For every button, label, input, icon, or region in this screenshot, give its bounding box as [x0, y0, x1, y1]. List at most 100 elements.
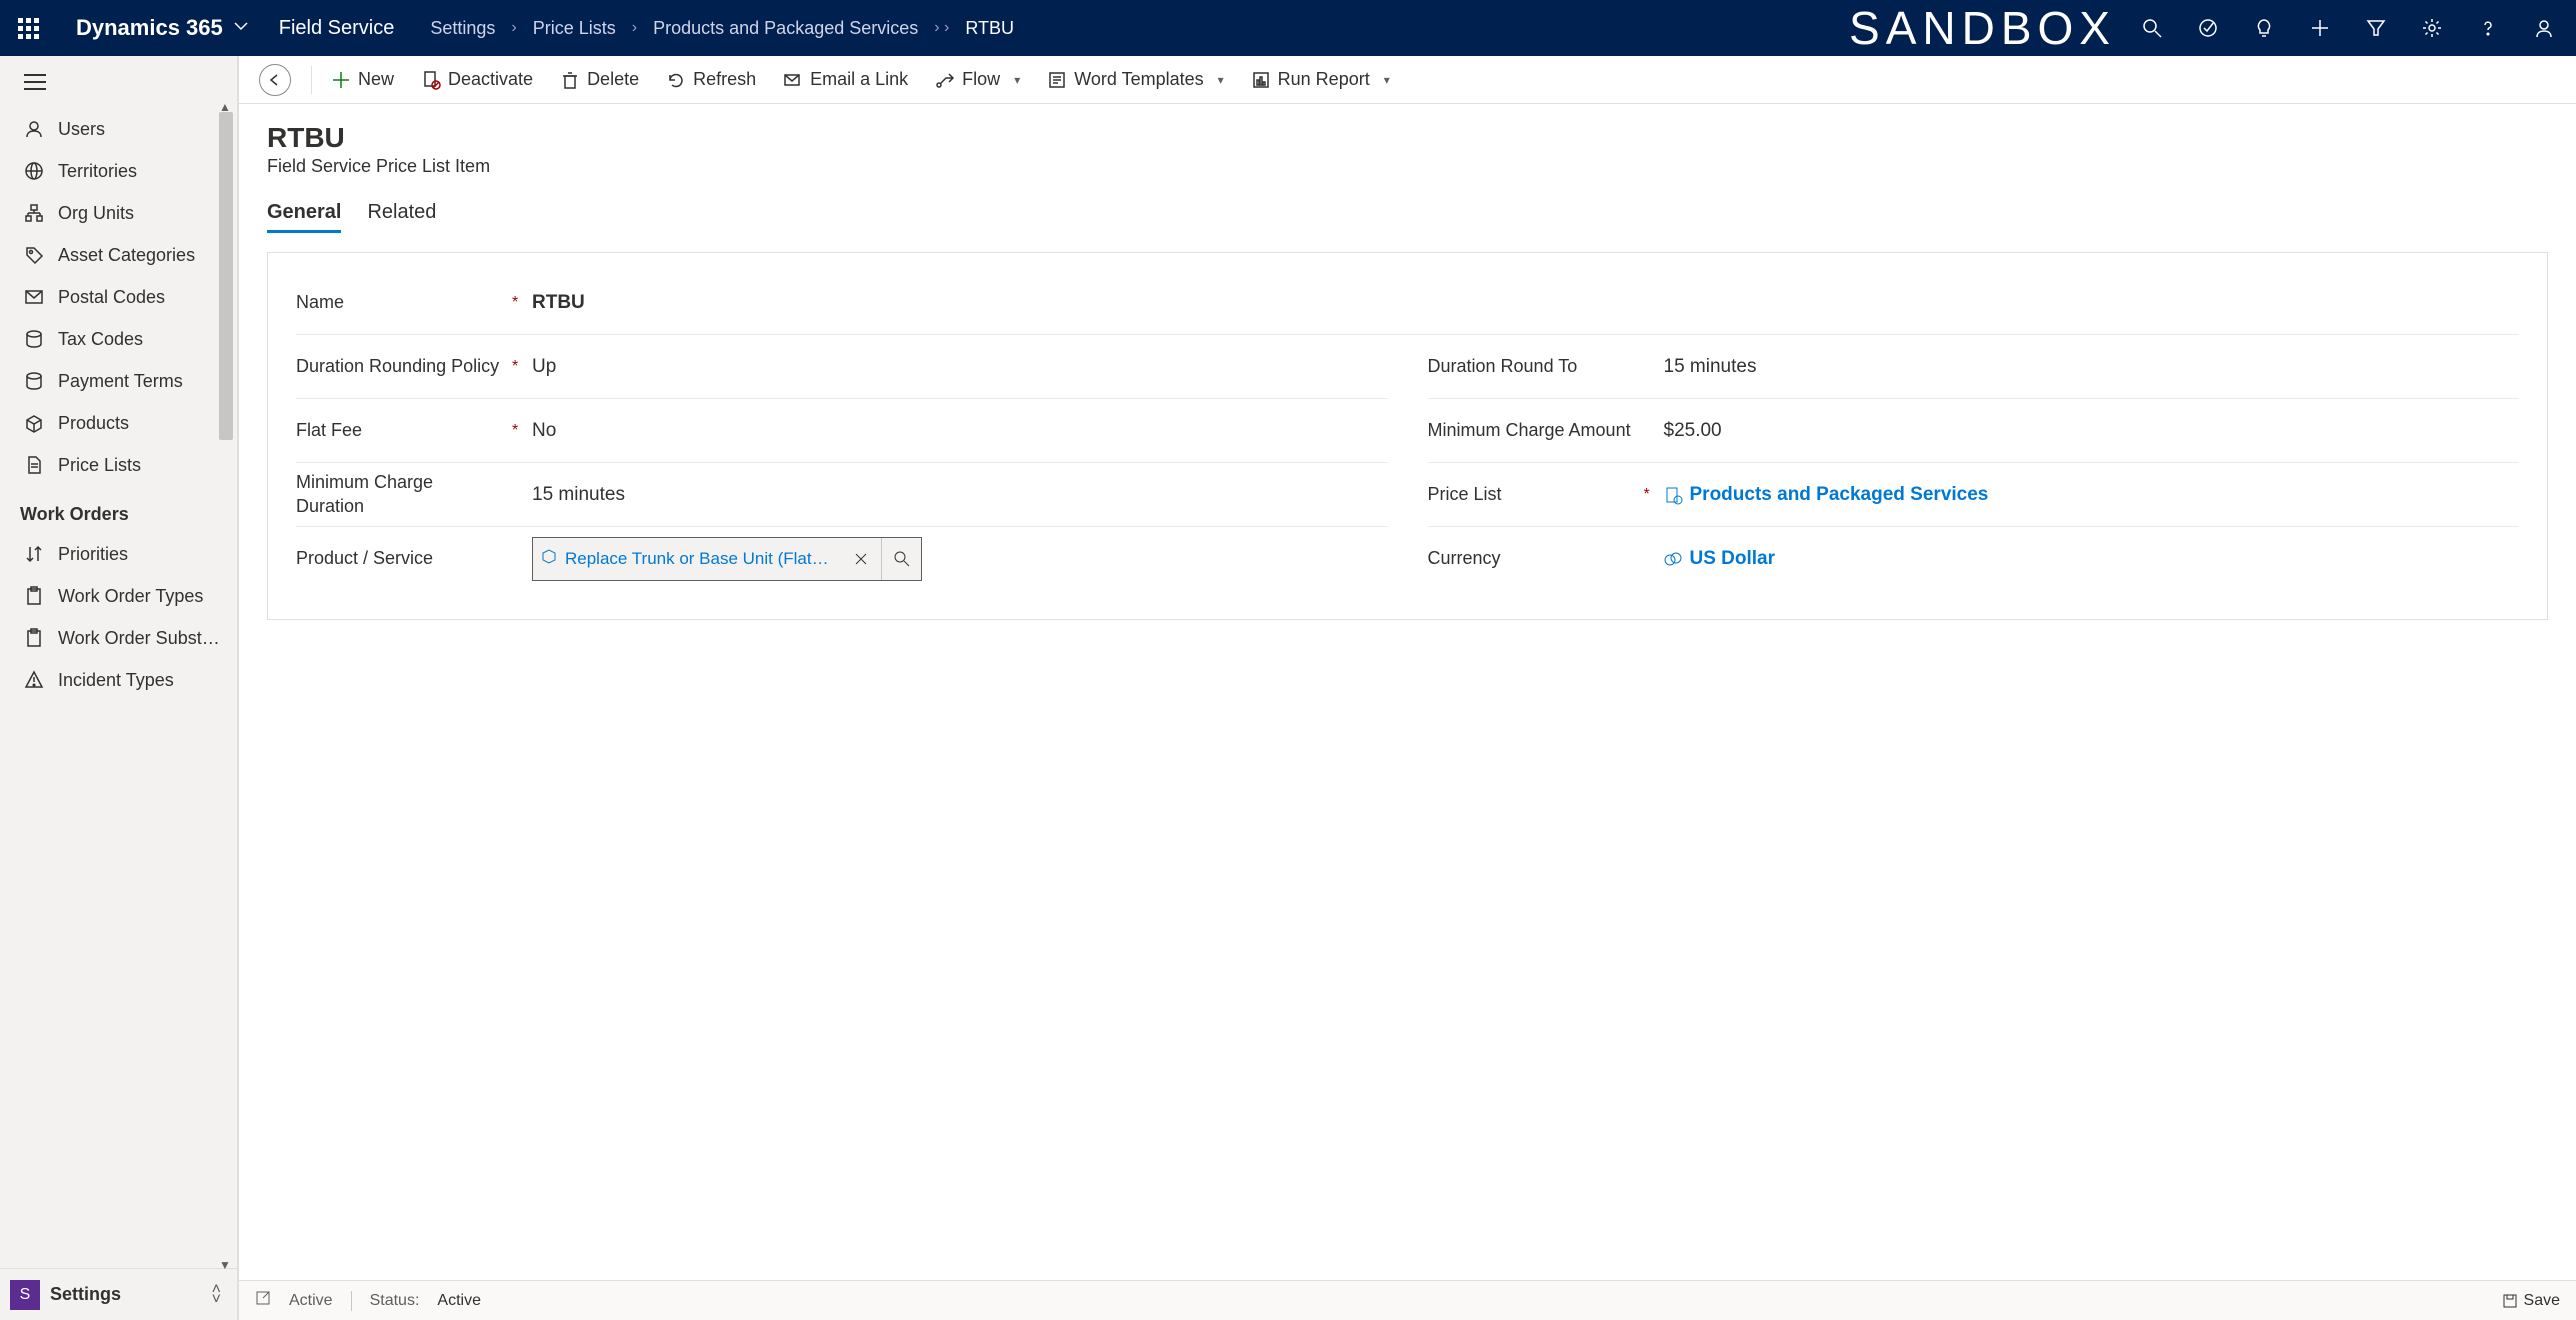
tag-icon	[20, 246, 48, 264]
clear-icon[interactable]	[841, 538, 881, 580]
email-link-button[interactable]: Email a Link	[772, 63, 920, 96]
record-subtitle: Field Service Price List Item	[267, 156, 2548, 177]
tab-general[interactable]: General	[267, 195, 341, 233]
back-button[interactable]	[259, 64, 291, 96]
popout-icon[interactable]	[255, 1290, 271, 1311]
status-bar: Active Status: Active Save	[239, 1280, 2576, 1320]
database-icon	[20, 330, 48, 348]
lookup-value: Replace Trunk or Base Unit (Flat H…	[557, 549, 841, 569]
sidebar-item-territories[interactable]: Territories	[0, 150, 237, 192]
cmd-label: New	[358, 69, 394, 90]
flow-button[interactable]: Flow ▾	[924, 63, 1032, 96]
link-text: Products and Packaged Services	[1690, 484, 1989, 506]
scroll-down-icon[interactable]: ▼	[219, 1258, 231, 1272]
deactivate-button[interactable]: Deactivate	[410, 63, 545, 96]
user-icon[interactable]	[2520, 4, 2568, 52]
label-product-service: Product / Service	[296, 547, 506, 570]
brand-chevron-icon[interactable]	[233, 18, 249, 39]
add-icon[interactable]	[2296, 4, 2344, 52]
status-label: Status:	[370, 1292, 420, 1310]
sidebar-item-priorities[interactable]: Priorities	[0, 533, 237, 575]
link-text: US Dollar	[1690, 548, 1776, 570]
sidebar-scrollbar[interactable]	[219, 112, 233, 440]
chevron-right-icon: › ›	[934, 19, 949, 37]
search-icon[interactable]	[881, 538, 921, 580]
filter-icon[interactable]	[2352, 4, 2400, 52]
cmd-label: Word Templates	[1074, 69, 1203, 90]
field-duration-round-to[interactable]: 15 minutes	[1654, 356, 2520, 378]
sidebar-item-users[interactable]: Users	[0, 108, 237, 150]
breadcrumb-item[interactable]: Price Lists	[533, 18, 616, 39]
box-icon	[533, 548, 557, 570]
cmd-label: Refresh	[693, 69, 756, 90]
waffle-icon	[18, 18, 39, 39]
hamburger-button[interactable]	[0, 56, 237, 108]
lookup-product-service[interactable]: Replace Trunk or Base Unit (Flat H…	[532, 537, 922, 581]
sidebar-item-incidenttypes[interactable]: Incident Types	[0, 659, 237, 701]
label-currency: Currency	[1428, 547, 1638, 570]
refresh-button[interactable]: Refresh	[655, 63, 768, 96]
sidebar-item-label: Tax Codes	[58, 329, 143, 350]
field-name[interactable]: RTBU	[522, 292, 2519, 314]
globe-icon	[20, 162, 48, 180]
sidebar-item-label: Work Order Types	[58, 586, 203, 607]
sidebar-item-products[interactable]: Products	[0, 402, 237, 444]
sidebar-group-workorders: Work Orders	[0, 486, 237, 533]
sidebar-item-paymentterms[interactable]: Payment Terms	[0, 360, 237, 402]
chevron-down-icon: ▾	[1014, 73, 1020, 87]
sort-icon	[20, 545, 48, 563]
sidebar-item-label: Payment Terms	[58, 371, 183, 392]
breadcrumb-item[interactable]: Settings	[430, 18, 495, 39]
cmd-label: Flow	[962, 69, 1000, 90]
run-report-button[interactable]: Run Report▾	[1240, 63, 1402, 96]
label-name: Name	[296, 291, 506, 314]
field-min-charge-duration[interactable]: 15 minutes	[522, 484, 1388, 506]
search-icon[interactable]	[2128, 4, 2176, 52]
help-icon[interactable]	[2464, 4, 2512, 52]
breadcrumb: Settings › Price Lists › Products and Pa…	[422, 18, 1022, 39]
field-duration-policy[interactable]: Up	[522, 356, 1388, 378]
delete-button[interactable]: Delete	[549, 63, 651, 96]
cmd-label: Email a Link	[810, 69, 908, 90]
sidebar-item-pricelists[interactable]: Price Lists	[0, 444, 237, 486]
tab-related[interactable]: Related	[367, 195, 436, 233]
sidebar-item-postalcodes[interactable]: Postal Codes	[0, 276, 237, 318]
area-switcher[interactable]: S Settings ˄˅	[0, 1268, 237, 1320]
sidebar-item-orgunits[interactable]: Org Units	[0, 192, 237, 234]
field-product-service: Replace Trunk or Base Unit (Flat H…	[522, 537, 1388, 581]
save-button[interactable]: Save	[2502, 1292, 2560, 1310]
sidebar-item-wosubstatus[interactable]: Work Order Subst…	[0, 617, 237, 659]
lightbulb-icon[interactable]	[2240, 4, 2288, 52]
word-templates-button[interactable]: Word Templates▾	[1036, 63, 1235, 96]
site-map: ▲ Users Territories Org Units Asset Cate…	[0, 56, 238, 1320]
sidebar-item-label: Users	[58, 119, 105, 140]
app-launcher[interactable]	[8, 8, 48, 48]
sidebar-item-taxcodes[interactable]: Tax Codes	[0, 318, 237, 360]
task-icon[interactable]	[2184, 4, 2232, 52]
required-icon: *	[1644, 486, 1654, 504]
main-pane: New Deactivate Delete Refresh Email a Li…	[238, 56, 2576, 1320]
sidebar-item-wotypes[interactable]: Work Order Types	[0, 575, 237, 617]
cmd-label: Deactivate	[448, 69, 533, 90]
sidebar-item-label: Incident Types	[58, 670, 174, 691]
sidebar-item-label: Work Order Subst…	[58, 628, 220, 649]
warning-icon	[20, 671, 48, 689]
field-flat-fee[interactable]: No	[522, 420, 1388, 442]
brand-label[interactable]: Dynamics 365	[76, 15, 223, 41]
field-price-list[interactable]: Products and Packaged Services	[1654, 484, 2520, 506]
breadcrumb-current: RTBU	[965, 18, 1014, 39]
new-button[interactable]: New	[320, 63, 406, 96]
label-flat-fee: Flat Fee	[296, 419, 506, 442]
app-name[interactable]: Field Service	[279, 17, 395, 40]
gear-icon[interactable]	[2408, 4, 2456, 52]
cmd-label: Run Report	[1278, 69, 1370, 90]
database-icon	[20, 372, 48, 390]
sidebar-item-label: Territories	[58, 161, 137, 182]
sidebar-item-assetcategories[interactable]: Asset Categories	[0, 234, 237, 276]
hierarchy-icon	[20, 204, 48, 222]
field-currency[interactable]: US Dollar	[1654, 548, 2520, 570]
sidebar-item-label: Postal Codes	[58, 287, 165, 308]
sidebar-item-label: Priorities	[58, 544, 128, 565]
field-min-charge-amount[interactable]: $25.00	[1654, 420, 2520, 442]
breadcrumb-item[interactable]: Products and Packaged Services	[653, 18, 918, 39]
